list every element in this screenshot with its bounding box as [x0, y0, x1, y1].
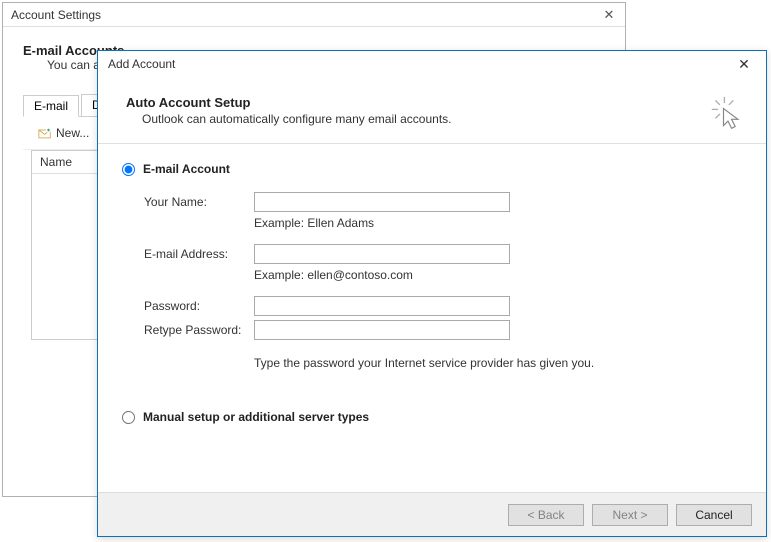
- add-account-dialog: Add Account ✕ Auto Account Setup Outlook…: [97, 50, 767, 537]
- radio-manual-setup[interactable]: Manual setup or additional server types: [122, 410, 746, 424]
- email-address-label: E-mail Address:: [144, 247, 254, 261]
- wizard-footer: < Back Next > Cancel: [98, 492, 766, 536]
- cursor-click-icon: [710, 95, 746, 131]
- cancel-button[interactable]: Cancel: [676, 504, 752, 526]
- password-input[interactable]: [254, 296, 510, 316]
- window-title: Add Account: [108, 57, 175, 71]
- new-button-label: New...: [56, 126, 89, 140]
- new-mail-icon: [38, 127, 52, 140]
- wizard-subtext: Outlook can automatically configure many…: [126, 110, 452, 126]
- next-button: Next >: [592, 504, 668, 526]
- email-address-input[interactable]: [254, 244, 510, 264]
- radio-email-account[interactable]: E-mail Account: [122, 162, 746, 176]
- your-name-input[interactable]: [254, 192, 510, 212]
- wizard-heading: Auto Account Setup: [126, 95, 452, 110]
- your-name-label: Your Name:: [144, 195, 254, 209]
- window-title: Account Settings: [11, 8, 101, 22]
- close-button[interactable]: ✕: [597, 5, 621, 25]
- radio-email-label[interactable]: E-mail Account: [143, 162, 230, 176]
- wizard-header: Auto Account Setup Outlook can automatic…: [98, 77, 766, 144]
- new-account-button[interactable]: New...: [31, 123, 96, 143]
- back-button: < Back: [508, 504, 584, 526]
- your-name-hint: Example: Ellen Adams: [254, 216, 746, 230]
- tab-email[interactable]: E-mail: [23, 95, 79, 117]
- radio-email-input[interactable]: [122, 163, 135, 176]
- titlebar: Add Account ✕: [98, 51, 766, 77]
- email-form: Your Name: Example: Ellen Adams E-mail A…: [122, 192, 746, 370]
- email-address-hint: Example: ellen@contoso.com: [254, 268, 746, 282]
- titlebar: Account Settings ✕: [3, 3, 625, 27]
- retype-password-label: Retype Password:: [144, 323, 254, 337]
- retype-password-input[interactable]: [254, 320, 510, 340]
- close-button[interactable]: ✕: [726, 53, 762, 75]
- password-label: Password:: [144, 299, 254, 313]
- radio-manual-input[interactable]: [122, 411, 135, 424]
- radio-manual-label[interactable]: Manual setup or additional server types: [143, 410, 369, 424]
- password-note: Type the password your Internet service …: [254, 356, 746, 370]
